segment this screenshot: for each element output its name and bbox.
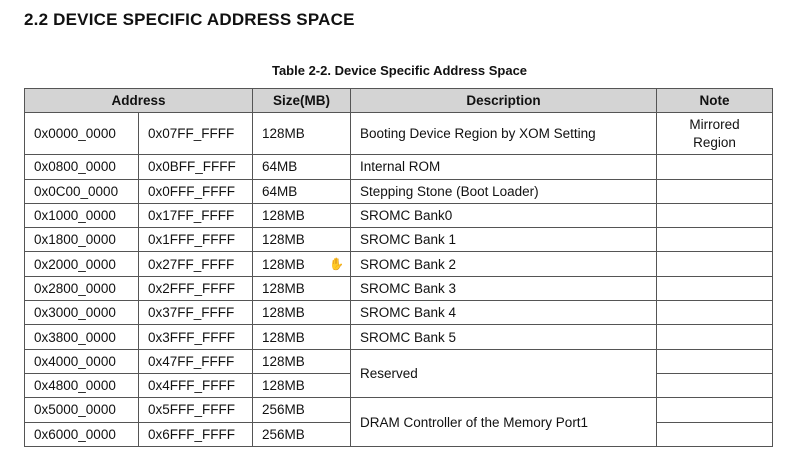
note-cell — [656, 154, 773, 180]
table-row: 0x3800_0000 0x3FFF_FFFF 128MB SROMC Bank 5 — [24, 324, 773, 350]
table-row: 0x0C00_0000 0x0FFF_FFFF 64MB Stepping Stone… — [24, 178, 773, 204]
description-cell: DRAM Controller of the Memory Port1 — [350, 397, 657, 447]
table-row: 0x4000_0000 0x47FF_FFFF 128MB Reserved — [24, 348, 773, 399]
table-row: 0x0000_0000 0x07FF_FFFF 128MB Booting Devic… — [24, 112, 773, 156]
end-address-cell: 0x2FFF_FFFF — [138, 275, 253, 302]
note-cell — [656, 251, 773, 277]
start-address-cell: 0x3000_0000 — [24, 300, 139, 326]
size-cell: 128MB — [252, 372, 351, 399]
end-address-cell: 0x1FFF_FFFF — [138, 227, 253, 253]
start-address-cell: 0x0C00_0000 — [24, 178, 139, 204]
size-cell: 128MB — [252, 202, 351, 229]
header-description: Description — [350, 87, 657, 114]
size-cell: 128MB — [252, 227, 351, 253]
header-note: Note — [656, 87, 773, 114]
end-address-cell: 0x3FFF_FFFF — [138, 324, 253, 350]
note-cell — [656, 421, 773, 447]
note-cell — [656, 397, 773, 423]
size-cell: 128MB — [252, 348, 351, 374]
size-cell: 128MB — [252, 300, 351, 326]
description-cell: Booting Device Region by XOM Setting — [350, 112, 657, 156]
end-address-cell: 0x4FFF_FFFF — [138, 372, 253, 399]
description-cell: SROMC Bank 4 — [350, 300, 657, 326]
table-caption: Table 2-2. Device Specific Address Space — [271, 63, 528, 78]
header-size: Size(MB) — [252, 87, 351, 114]
note-cell — [656, 202, 773, 229]
start-address-cell: 0x0000_0000 — [24, 112, 139, 156]
start-address-cell: 0x1800_0000 — [24, 227, 139, 253]
end-address-cell: 0x27FF_FFFF — [138, 251, 253, 277]
address-space-table: Address Size(MB) Description Note 0x0000… — [24, 87, 773, 447]
end-address-cell: 0x37FF_FFFF — [138, 300, 253, 326]
size-cell: 64MB — [252, 178, 351, 204]
end-address-cell: 0x17FF_FFFF — [138, 202, 253, 229]
start-address-cell: 0x2800_0000 — [24, 275, 139, 302]
table-row: 0x1000_0000 0x17FF_FFFF 128MB SROMC Bank0 — [24, 202, 773, 229]
start-address-cell: 0x4000_0000 — [24, 348, 139, 374]
header-address: Address — [24, 87, 253, 114]
end-address-cell: 0x0BFF_FFFF — [138, 154, 253, 180]
description-cell: SROMC Bank 2 — [350, 251, 657, 277]
size-cell: 256MB — [252, 397, 351, 423]
note-cell — [656, 348, 773, 374]
note-cell — [656, 300, 773, 326]
start-address-cell: 0x2000_0000 — [24, 251, 139, 277]
table-header-row: Address Size(MB) Description Note — [24, 87, 773, 114]
start-address-cell: 0x6000_0000 — [24, 421, 139, 447]
note-cell — [656, 227, 773, 253]
hand-cursor-icon: ✋ — [329, 257, 344, 271]
end-address-cell: 0x07FF_FFFF — [138, 112, 253, 156]
size-cell: 128MB — [252, 275, 351, 302]
section-title: 2.2 DEVICE SPECIFIC ADDRESS SPACE — [24, 10, 355, 29]
start-address-cell: 0x4800_0000 — [24, 372, 139, 399]
start-address-cell: 0x5000_0000 — [24, 397, 139, 423]
end-address-cell: 0x6FFF_FFFF — [138, 421, 253, 447]
table-row: 0x2800_0000 0x2FFF_FFFF 128MB SROMC Bank 3 — [24, 275, 773, 302]
note-cell — [656, 178, 773, 204]
table-row: 0x2000_0000 0x27FF_FFFF 128MB SROMC Bank 2 — [24, 251, 773, 277]
description-cell: SROMC Bank 3 — [350, 275, 657, 302]
description-cell: Internal ROM — [350, 154, 657, 180]
description-cell: SROMC Bank 1 — [350, 227, 657, 253]
table-row: 0x1800_0000 0x1FFF_FFFF 128MB SROMC Bank 1 — [24, 227, 773, 253]
description-cell: SROMC Bank 5 — [350, 324, 657, 350]
table-row: 0x0800_0000 0x0BFF_FFFF 64MB Internal ROM — [24, 154, 773, 180]
description-cell: Stepping Stone (Boot Loader) — [350, 178, 657, 204]
start-address-cell: 0x0800_0000 — [24, 154, 139, 180]
start-address-cell: 0x3800_0000 — [24, 324, 139, 350]
description-cell: Reserved — [350, 348, 657, 399]
end-address-cell: 0x47FF_FFFF — [138, 348, 253, 374]
table-row: 0x5000_0000 0x5FFF_FFFF 256MB DRAM Controll… — [24, 397, 773, 447]
description-cell: SROMC Bank0 — [350, 202, 657, 229]
note-cell: Mirrored Region — [656, 112, 773, 156]
size-cell: 128MB — [252, 324, 351, 350]
note-cell — [656, 372, 773, 399]
table-row: 0x3000_0000 0x37FF_FFFF 128MB SROMC Bank 4 — [24, 300, 773, 326]
end-address-cell: 0x5FFF_FFFF — [138, 397, 253, 423]
size-cell: 256MB — [252, 421, 351, 447]
note-cell — [656, 275, 773, 302]
size-cell: 64MB — [252, 154, 351, 180]
end-address-cell: 0x0FFF_FFFF — [138, 178, 253, 204]
start-address-cell: 0x1000_0000 — [24, 202, 139, 229]
note-cell — [656, 324, 773, 350]
size-cell: 128MB — [252, 112, 351, 156]
